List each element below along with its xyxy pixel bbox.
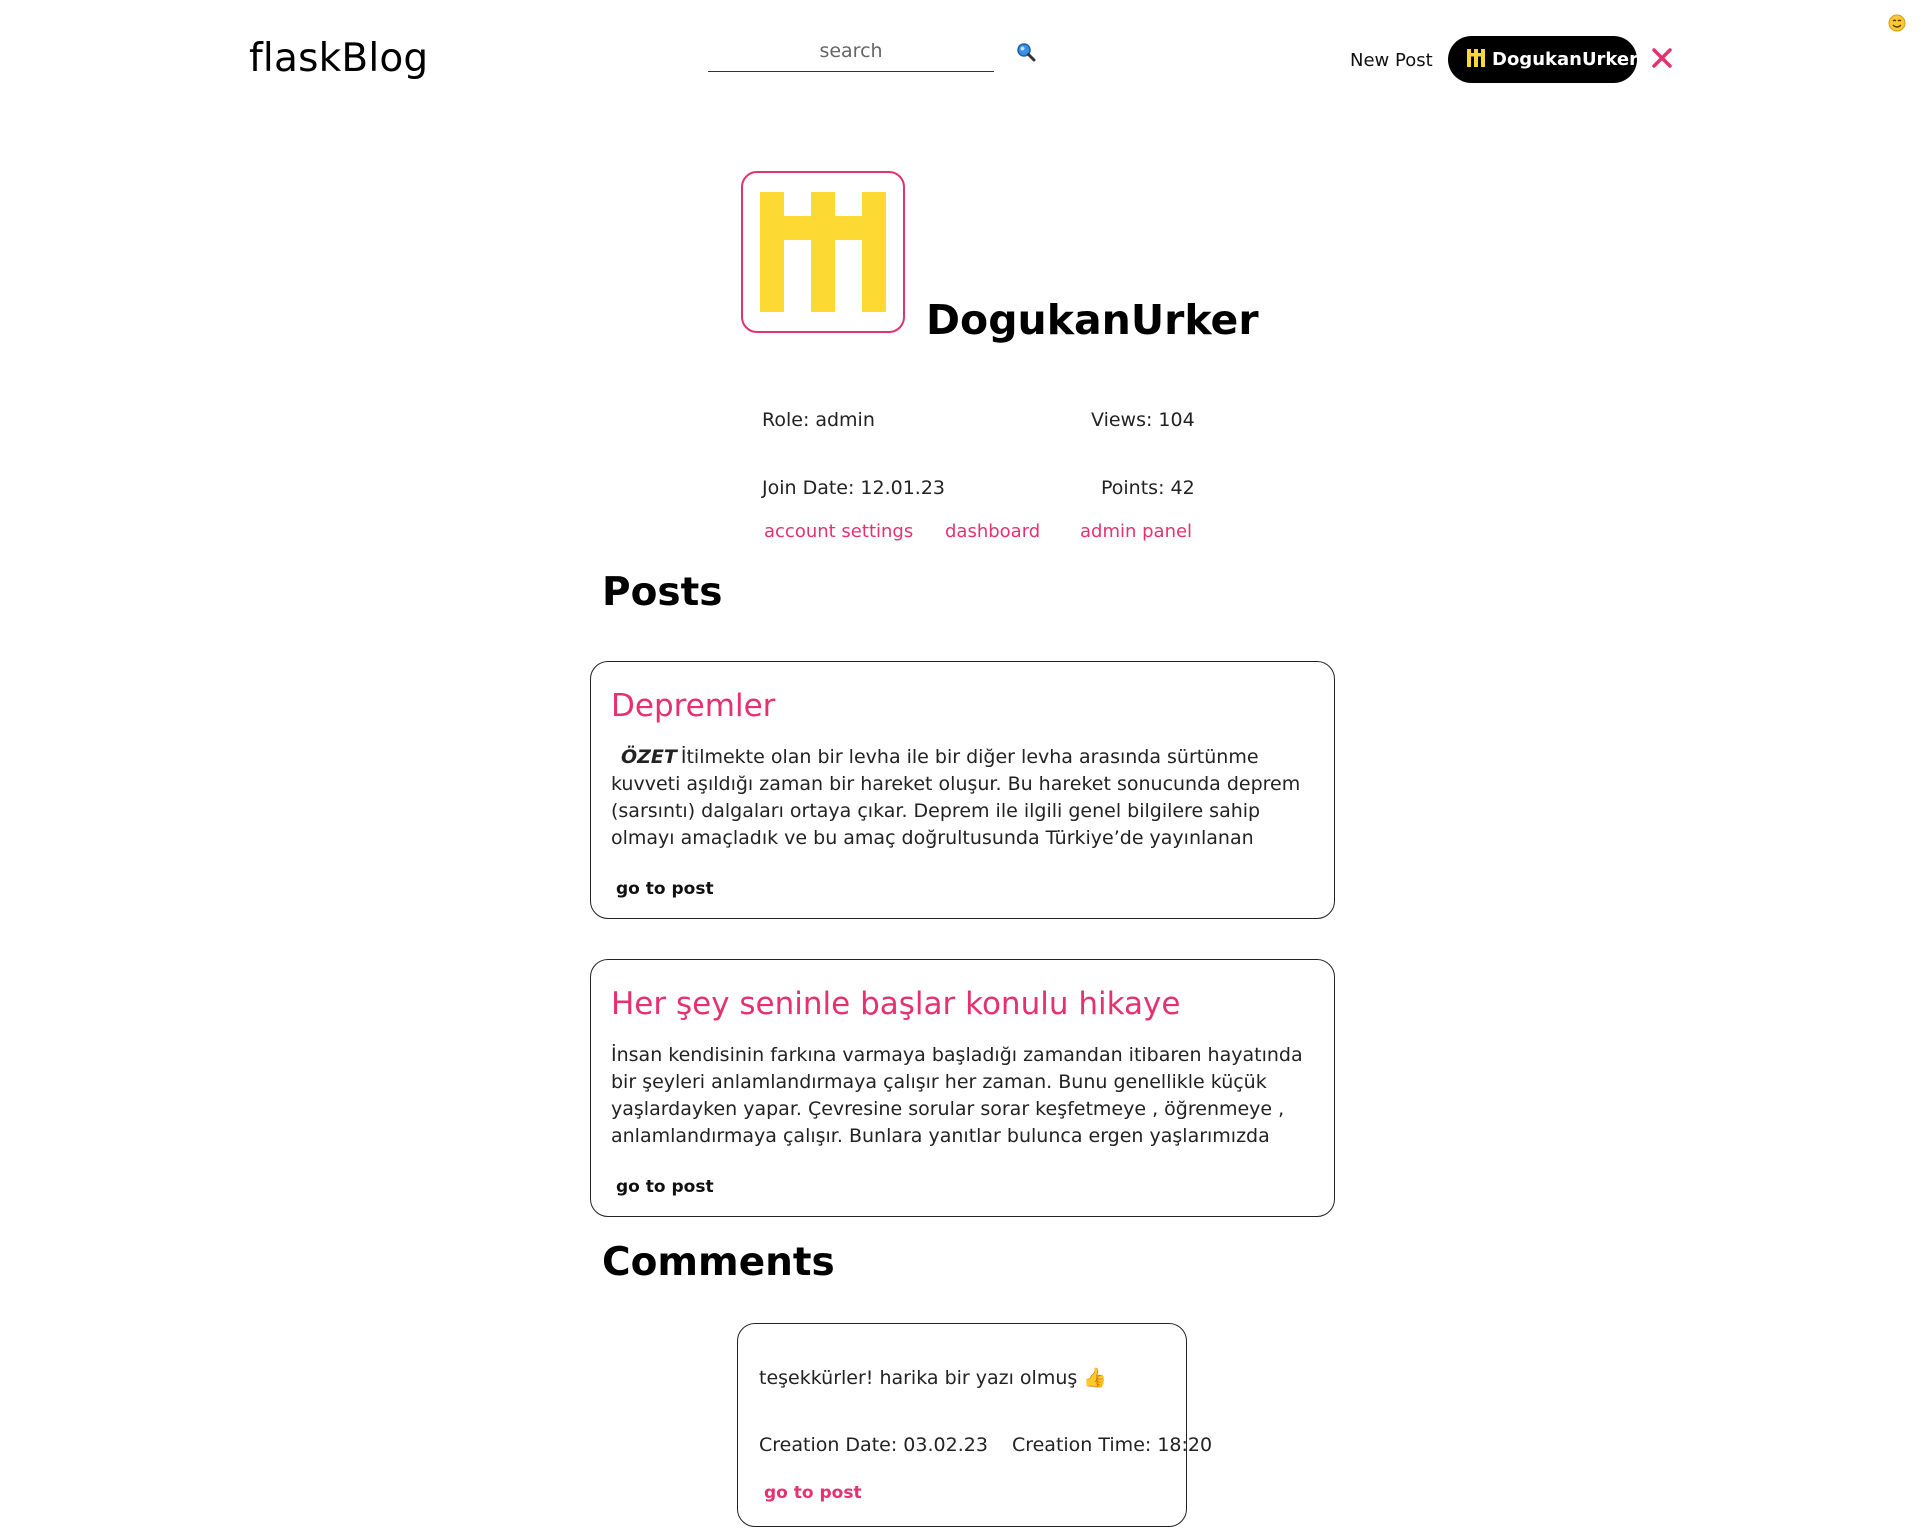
search-bar (708, 34, 994, 72)
role-label: Role: (762, 409, 810, 431)
post-excerpt: İnsan kendisinin farkına varmaya başladı… (611, 1042, 1314, 1150)
account-settings-link[interactable]: account settings (764, 521, 913, 542)
close-icon[interactable] (1650, 46, 1674, 70)
comment-go-to-post-link[interactable]: go to post (764, 1483, 862, 1503)
post-lead: ÖZET (621, 746, 677, 768)
search-input[interactable] (708, 34, 994, 68)
new-post-link[interactable]: New Post (1350, 50, 1433, 71)
dashboard-link[interactable]: dashboard (945, 521, 1040, 542)
points-label: Points: (1101, 477, 1165, 499)
smiley-icon (1888, 14, 1906, 37)
posts-heading: Posts (602, 570, 723, 615)
views-value: 104 (1158, 409, 1195, 431)
post-title-link[interactable]: Depremler (611, 686, 1314, 726)
points-value: 42 (1170, 477, 1195, 499)
post-excerpt: ÖZET İtilmekte olan bir levha ile bir diğ… (611, 744, 1314, 852)
creation-date-value: 03.02.23 (903, 1434, 988, 1456)
creation-time-value: 18:20 (1157, 1434, 1213, 1456)
profile-name: DogukanUrker (926, 296, 1259, 344)
comment-meta: Creation Date: 03.02.23 Creation Time: 1… (759, 1434, 1212, 1456)
user-menu-name: DogukanUrker (1492, 49, 1639, 70)
user-menu-button[interactable]: DogukanUrker (1448, 36, 1639, 83)
join-date-value: 12.01.23 (860, 477, 946, 499)
post-excerpt-text: İtilmekte olan bir levha ile bir diğer l… (611, 746, 1301, 849)
post-card: Depremler ÖZET İtilmekte olan bir levha i… (590, 661, 1335, 919)
post-card: Her şey seninle başlar konulu hikaye İns… (590, 959, 1335, 1217)
user-avatar-icon (1466, 48, 1486, 72)
creation-time-label: Creation Time: (1011, 1434, 1152, 1456)
join-date-stat: Join Date: 12.01.23 (762, 477, 945, 499)
post-title-link[interactable]: Her şey seninle başlar konulu hikaye (611, 984, 1314, 1024)
comment-text: teşekkürler! harika bir yazı olmuş 👍 (759, 1367, 1107, 1389)
search-icon[interactable] (1016, 42, 1036, 62)
go-to-post-link[interactable]: go to post (616, 1177, 714, 1197)
views-label: Views: (1091, 409, 1153, 431)
site-logo[interactable]: flaskBlog (249, 36, 428, 81)
admin-panel-link[interactable]: admin panel (1080, 521, 1192, 542)
points-stat: Points: 42 (1101, 477, 1195, 499)
comment-card: teşekkürler! harika bir yazı olmuş 👍 Cre… (737, 1323, 1212, 1527)
post-excerpt-text: İnsan kendisinin farkına varmaya başladı… (611, 1044, 1303, 1147)
creation-date-label: Creation Date: (759, 1434, 898, 1456)
go-to-post-link[interactable]: go to post (616, 879, 714, 899)
join-date-label: Join Date: (762, 477, 855, 499)
profile-avatar (741, 171, 905, 333)
role-value: admin (815, 409, 875, 431)
views-stat: Views: 104 (1091, 409, 1195, 431)
comments-heading: Comments (602, 1240, 835, 1285)
profile-avatar-image (760, 192, 886, 312)
role-stat: Role: admin (762, 409, 875, 431)
